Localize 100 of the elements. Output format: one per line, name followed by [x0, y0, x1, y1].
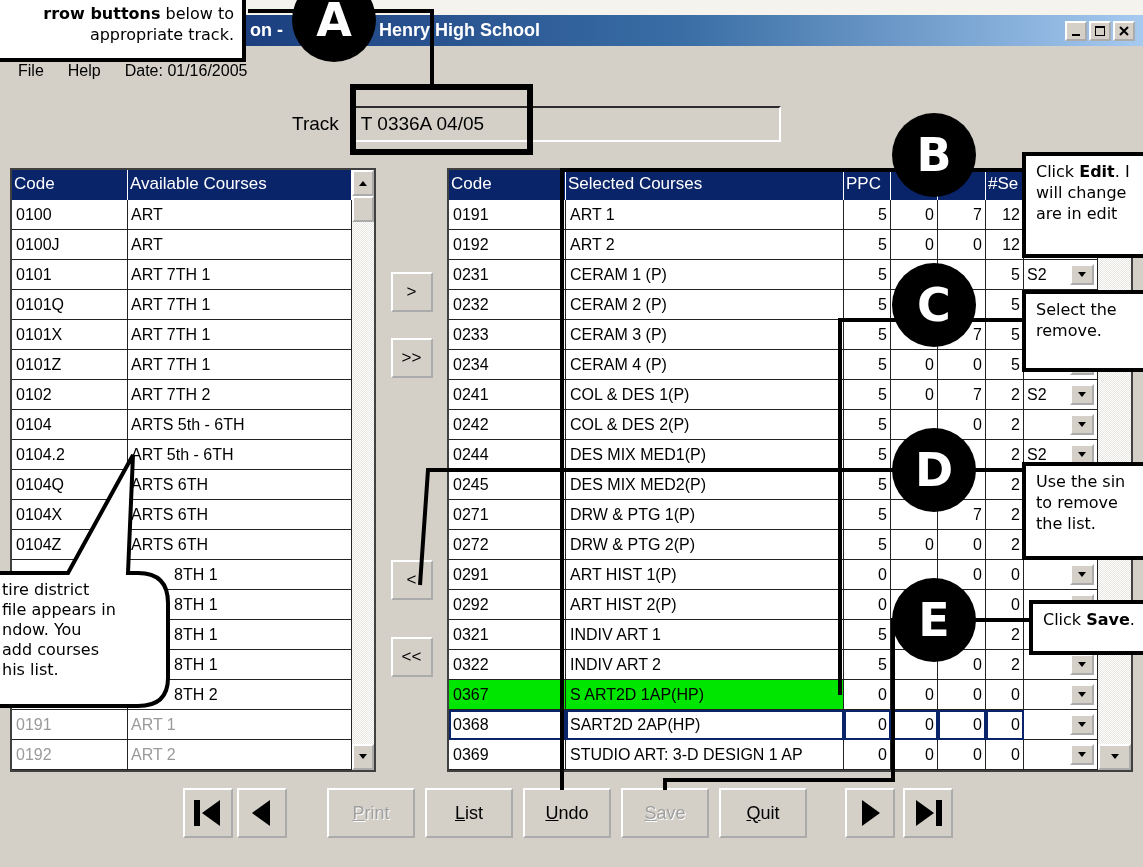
minimize-button[interactable]: [1065, 20, 1087, 41]
transfer-button[interactable]: <<: [390, 637, 433, 677]
transfer-button[interactable]: >: [390, 272, 433, 312]
table-cell: 0234: [449, 350, 566, 380]
table-cell: DRW & PTG 1(P): [566, 500, 844, 530]
table-cell: 0101: [12, 260, 128, 290]
table-cell: 7: [938, 200, 986, 230]
table-cell: 5: [844, 620, 891, 650]
command-button[interactable]: Undo: [523, 788, 611, 838]
table-cell: 0192: [12, 740, 128, 770]
table-cell: 0191: [449, 200, 566, 230]
down-arrow-icon: [1077, 751, 1087, 758]
table-cell: CERAM 1 (P): [566, 260, 844, 290]
table-cell: 0: [938, 680, 986, 710]
table-cell: 0: [844, 740, 891, 770]
table-cell: 0192: [449, 230, 566, 260]
command-button[interactable]: Quit: [719, 788, 807, 838]
down-arrow-icon: [1077, 451, 1087, 458]
table-cell: 0322: [449, 650, 566, 680]
table-cell: ART 7TH 2: [128, 380, 352, 410]
table-cell: 0231: [449, 260, 566, 290]
table-cell: 0: [891, 230, 938, 260]
table-cell: 0271: [449, 500, 566, 530]
table-cell: ART 1: [566, 200, 844, 230]
table-cell: 0232: [449, 290, 566, 320]
table-cell: 2: [986, 620, 1024, 650]
down-arrow-icon: [358, 754, 368, 760]
command-button[interactable]: List: [425, 788, 513, 838]
table-cell: 5: [844, 350, 891, 380]
table-cell: INDIV ART 2: [566, 650, 844, 680]
table-cell: 0101X: [12, 320, 128, 350]
up-arrow-icon: [358, 180, 368, 186]
table-cell: 0101Z: [12, 350, 128, 380]
term-dropdown[interactable]: [1024, 560, 1098, 590]
navigation-button[interactable]: [845, 788, 895, 838]
table-cell: DES MIX MED2(P): [566, 470, 844, 500]
table-cell: 0233: [449, 320, 566, 350]
scrollbar[interactable]: [352, 170, 374, 770]
table-cell: 0101Q: [12, 290, 128, 320]
term-dropdown[interactable]: [1024, 710, 1098, 740]
table-cell: 0272: [449, 530, 566, 560]
table-cell: ART: [128, 200, 352, 230]
transfer-button[interactable]: >>: [390, 338, 433, 378]
table-cell: 0: [891, 380, 938, 410]
table-cell: 5: [844, 410, 891, 440]
maximize-button[interactable]: [1089, 20, 1111, 41]
table-cell: 0368: [449, 710, 566, 740]
table-cell: 0: [844, 710, 891, 740]
table-cell: COL & DES 1(P): [566, 380, 844, 410]
scroll-down-button[interactable]: [352, 744, 374, 770]
scroll-up-button[interactable]: [352, 170, 374, 196]
table-cell: 5: [844, 200, 891, 230]
navigation-button[interactable]: [903, 788, 953, 838]
table-cell: 0: [844, 680, 891, 710]
table-cell: CERAM 4 (P): [566, 350, 844, 380]
close-icon: [1119, 25, 1129, 36]
window-title: Henry High School: [379, 20, 540, 41]
table-cell: 0: [938, 710, 986, 740]
table-cell: 0: [891, 350, 938, 380]
term-dropdown[interactable]: S2: [1024, 380, 1098, 410]
table-cell: 0191: [12, 710, 128, 740]
table-cell: 0: [986, 560, 1024, 590]
table-cell: ART 2: [128, 740, 352, 770]
navigation-button[interactable]: [183, 788, 233, 838]
term-dropdown[interactable]: [1024, 740, 1098, 770]
term-dropdown[interactable]: [1024, 410, 1098, 440]
table-cell: 0: [938, 530, 986, 560]
table-cell: 0: [844, 590, 891, 620]
maximize-icon: [1095, 25, 1105, 36]
table-cell: CERAM 3 (P): [566, 320, 844, 350]
table-cell: 0367: [449, 680, 566, 710]
callout-tooltip: rrow buttons below to appropriate track.: [0, 0, 246, 62]
menu-item[interactable]: Help: [67, 62, 101, 80]
table-cell: 0: [938, 230, 986, 260]
table-cell: S ART2D 1AP(HP): [566, 680, 844, 710]
table-cell: 0: [891, 530, 938, 560]
callout-tooltip: Click Save.: [1029, 600, 1143, 655]
table-cell: ART 2: [566, 230, 844, 260]
table-cell: 5: [986, 260, 1024, 290]
window-title: on -: [250, 20, 283, 41]
callout-tooltip: Select the remove.: [1022, 290, 1143, 372]
table-cell: 0: [938, 350, 986, 380]
table-cell: ART 7TH 1: [128, 290, 352, 320]
term-dropdown[interactable]: [1024, 680, 1098, 710]
menu-item[interactable]: File: [18, 62, 44, 80]
transfer-button[interactable]: <: [390, 560, 433, 600]
menu-item[interactable]: Date: 01/16/2005: [124, 62, 248, 80]
down-arrow-icon: [1077, 661, 1087, 668]
close-button[interactable]: [1113, 20, 1135, 41]
scroll-down-button[interactable]: [1098, 744, 1131, 770]
table-cell: 0291: [449, 560, 566, 590]
table-cell: ART 7TH 1: [128, 260, 352, 290]
step-marker: B: [892, 113, 976, 197]
scroll-thumb[interactable]: [352, 196, 374, 222]
navigation-button[interactable]: [237, 788, 287, 838]
table-cell: 0: [844, 560, 891, 590]
term-dropdown[interactable]: S2: [1024, 260, 1098, 290]
minimize-icon: [1072, 33, 1080, 36]
table-cell: 5: [844, 500, 891, 530]
down-arrow-icon: [1077, 391, 1087, 398]
